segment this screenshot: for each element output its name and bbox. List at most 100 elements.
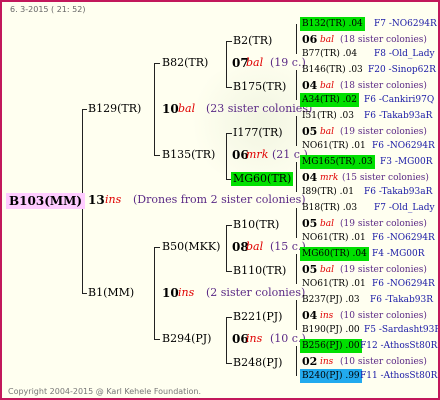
gen1-queen-id[interactable]: B129(TR)	[88, 102, 141, 116]
gen1-age: 10	[162, 102, 179, 116]
gen1-note: (2 sister colonies)	[206, 286, 306, 299]
gen3-queen-id[interactable]: B248(PJ)	[233, 356, 282, 370]
gen4-note: (19 sister colonies)	[340, 265, 427, 275]
gen4-origin: F12 -AthosSt80R	[360, 341, 438, 351]
connector	[226, 133, 227, 179]
gen3-queen-id[interactable]: B175(TR)	[233, 80, 286, 94]
gen4-origin: F3 -MG00R	[380, 157, 433, 167]
gen4-age: 04	[302, 309, 318, 322]
gen1-kind: bal	[178, 102, 196, 115]
root-queen-id[interactable]: B103(MM)	[6, 193, 86, 209]
gen4-queen-id[interactable]: B18(TR) .03	[302, 201, 357, 215]
gen4-kind: bal	[320, 81, 335, 91]
gen2-kind: mrk	[246, 148, 269, 161]
gen4-origin: F7 -NO6294R	[374, 19, 437, 29]
connector	[296, 300, 297, 330]
connector	[154, 247, 160, 248]
connector	[296, 116, 297, 146]
connector	[296, 24, 297, 54]
gen4-origin: F6 -Takab93aR	[364, 111, 433, 121]
connector	[154, 339, 160, 340]
gen3-queen-id[interactable]: B10(TR)	[233, 218, 279, 232]
gen4-queen-id[interactable]: B132(TR) .04	[300, 17, 365, 31]
gen4-age: 05	[302, 263, 318, 276]
gen3-queen-id[interactable]: B2(TR)	[233, 34, 272, 48]
gen4-queen-id[interactable]: B146(TR) .03	[302, 63, 363, 77]
gen4-origin: F5 -Sardasht93R	[364, 325, 440, 335]
gen4-age: 04	[302, 79, 318, 92]
gen4-queen-id[interactable]: NO61(TR) .01	[302, 139, 366, 153]
connector	[154, 155, 160, 156]
gen2-queen-id[interactable]: B50(MKK)	[162, 240, 220, 254]
gen2-note: (19 c.)	[270, 56, 306, 69]
gen1-kind: ins	[178, 286, 195, 299]
gen4-origin: F6 -NO6294R	[372, 279, 435, 289]
gen4-note: (18 sister colonies)	[340, 81, 427, 91]
gen4-queen-id[interactable]: B237(PJ) .03	[302, 293, 360, 307]
root-age: 13	[88, 193, 105, 207]
gen1-queen-id[interactable]: B1(MM)	[88, 286, 134, 300]
gen4-origin: F7 -Old_Lady	[374, 203, 435, 213]
connector	[82, 109, 87, 110]
gen4-age: 06	[302, 33, 318, 46]
connector	[154, 63, 160, 64]
gen4-kind: bal	[320, 127, 335, 137]
gen4-queen-id[interactable]: B190(PJ) .00	[302, 323, 360, 337]
root-kind: ins	[105, 193, 122, 206]
gen2-queen-id[interactable]: B135(TR)	[162, 148, 215, 162]
gen4-note: (18 sister colonies)	[340, 35, 427, 45]
gen4-note: (19 sister colonies)	[340, 219, 427, 229]
gen1-note: (23 sister colonies)	[206, 102, 313, 115]
gen4-age: 05	[302, 125, 318, 138]
connector	[296, 70, 297, 100]
root-note: (Drones from 2 sister colonies)	[133, 193, 306, 206]
header-date: 6. 3-2015 ( 21: 52)	[10, 5, 86, 14]
connector	[226, 363, 232, 364]
connector	[226, 133, 232, 134]
gen2-queen-id[interactable]: B294(PJ)	[162, 332, 211, 346]
gen4-kind: bal	[320, 265, 335, 275]
footer-copyright: Copyright 2004-2015 @ Karl Kehele Founda…	[8, 387, 202, 396]
connector	[226, 225, 227, 271]
connector	[296, 254, 297, 284]
gen2-queen-id[interactable]: B82(TR)	[162, 56, 208, 70]
gen4-queen-id[interactable]: MG165(TR) .03	[300, 155, 375, 169]
gen4-queen-id[interactable]: B256(PJ) .00	[300, 339, 362, 353]
gen4-queen-id[interactable]: B77(TR) .04	[302, 47, 357, 61]
gen2-kind: bal	[246, 56, 264, 69]
gen4-note: (15 sister colonies)	[342, 173, 429, 183]
gen4-note: (19 sister colonies)	[340, 127, 427, 137]
gen4-note: (10 sister colonies)	[340, 311, 427, 321]
gen4-kind: mrk	[320, 173, 339, 183]
connector	[226, 41, 232, 42]
gen4-age: 04	[302, 171, 318, 184]
connector	[226, 271, 232, 272]
connector	[154, 63, 155, 155]
gen3-queen-id[interactable]: B221(PJ)	[233, 310, 282, 324]
gen4-kind: bal	[320, 35, 335, 45]
gen4-queen-id[interactable]: NO61(TR) .01	[302, 231, 366, 245]
gen4-origin: F6 -NO6294R	[372, 141, 435, 151]
gen4-queen-id[interactable]: I89(TR) .01	[302, 185, 354, 199]
gen4-queen-id[interactable]: NO61(TR) .01	[302, 277, 366, 291]
gen3-queen-id[interactable]: I177(TR)	[233, 126, 283, 140]
gen1-age: 10	[162, 286, 179, 300]
connector	[296, 346, 297, 376]
connector	[296, 162, 297, 192]
gen4-queen-id[interactable]: B240(PJ) .99	[300, 369, 362, 383]
pedigree-frame: 6. 3-2015 ( 21: 52) B103(MM) 13 ins (Dro…	[0, 0, 440, 400]
connector	[226, 225, 232, 226]
gen4-origin: F11 -AthosSt80R	[360, 371, 438, 381]
gen4-origin: F6 -Takab93aR	[364, 187, 433, 197]
gen4-queen-id[interactable]: MG60(TR) .04	[300, 247, 369, 261]
gen2-kind: ins	[246, 332, 263, 345]
gen4-queen-id[interactable]: A34(TR) .02	[300, 93, 359, 107]
connector	[226, 317, 227, 363]
gen3-queen-id[interactable]: MG60(TR)	[231, 172, 294, 186]
gen3-queen-id[interactable]: B110(TR)	[233, 264, 286, 278]
gen4-kind: ins	[320, 357, 334, 367]
gen4-queen-id[interactable]: I51(TR) .03	[302, 109, 354, 123]
gen4-origin: F4 -MG00R	[372, 249, 425, 259]
gen4-kind: bal	[320, 219, 335, 229]
connector	[154, 247, 155, 339]
